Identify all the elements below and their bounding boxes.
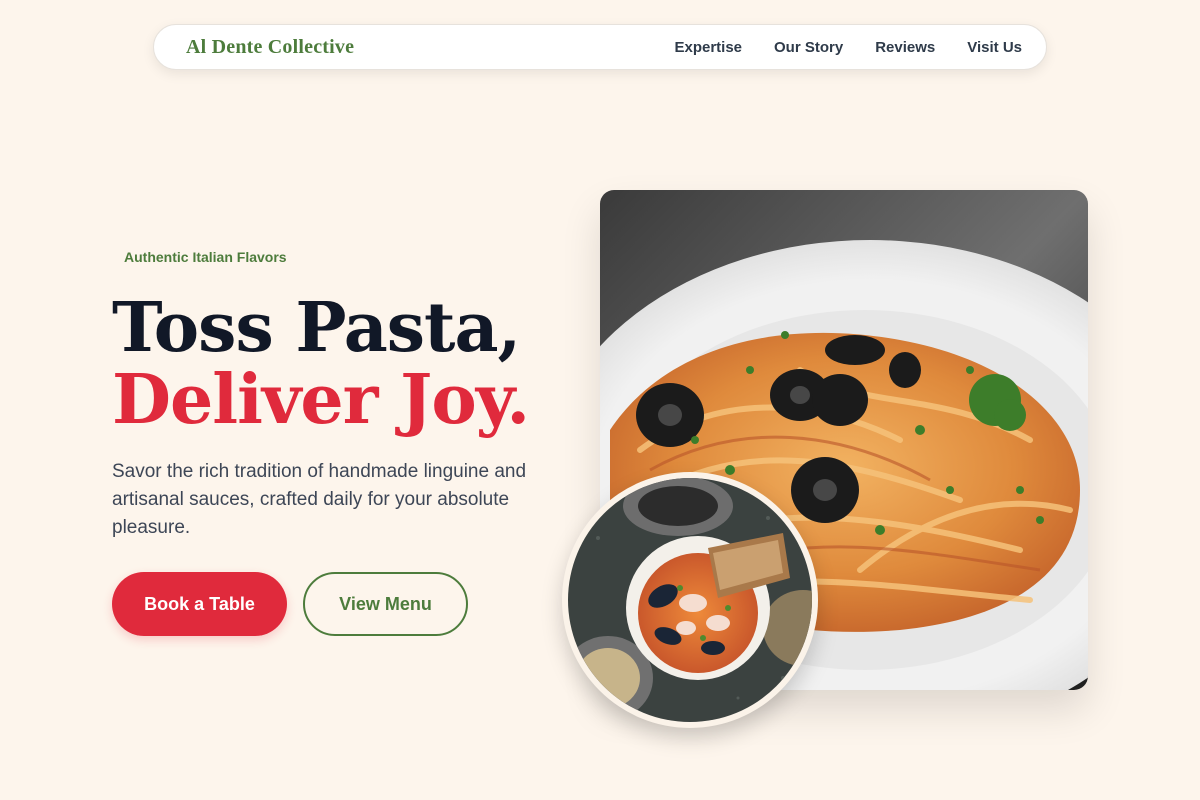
book-table-button[interactable]: Book a Table: [112, 572, 287, 636]
nav-links: Expertise Our Story Reviews Visit Us: [674, 39, 1022, 56]
headline-line-2: Deliver Joy.: [112, 360, 530, 440]
brand-logo-text[interactable]: Al Dente Collective: [186, 36, 354, 59]
seafood-inset-image: [562, 472, 818, 728]
nav-link-expertise[interactable]: Expertise: [674, 39, 742, 56]
view-menu-button[interactable]: View Menu: [303, 572, 468, 636]
hero-eyebrow: Authentic Italian Flavors: [124, 249, 287, 265]
nav-link-reviews[interactable]: Reviews: [875, 39, 935, 56]
nav-link-our-story[interactable]: Our Story: [774, 39, 843, 56]
top-navbar: Al Dente Collective Expertise Our Story …: [153, 24, 1047, 70]
hero-headline: Toss Pasta, Deliver Joy.: [112, 288, 530, 440]
hero-subtitle: Savor the rich tradition of handmade lin…: [112, 461, 527, 538]
nav-link-visit-us[interactable]: Visit Us: [967, 39, 1022, 56]
headline-line-1: Toss Pasta,: [112, 288, 521, 368]
